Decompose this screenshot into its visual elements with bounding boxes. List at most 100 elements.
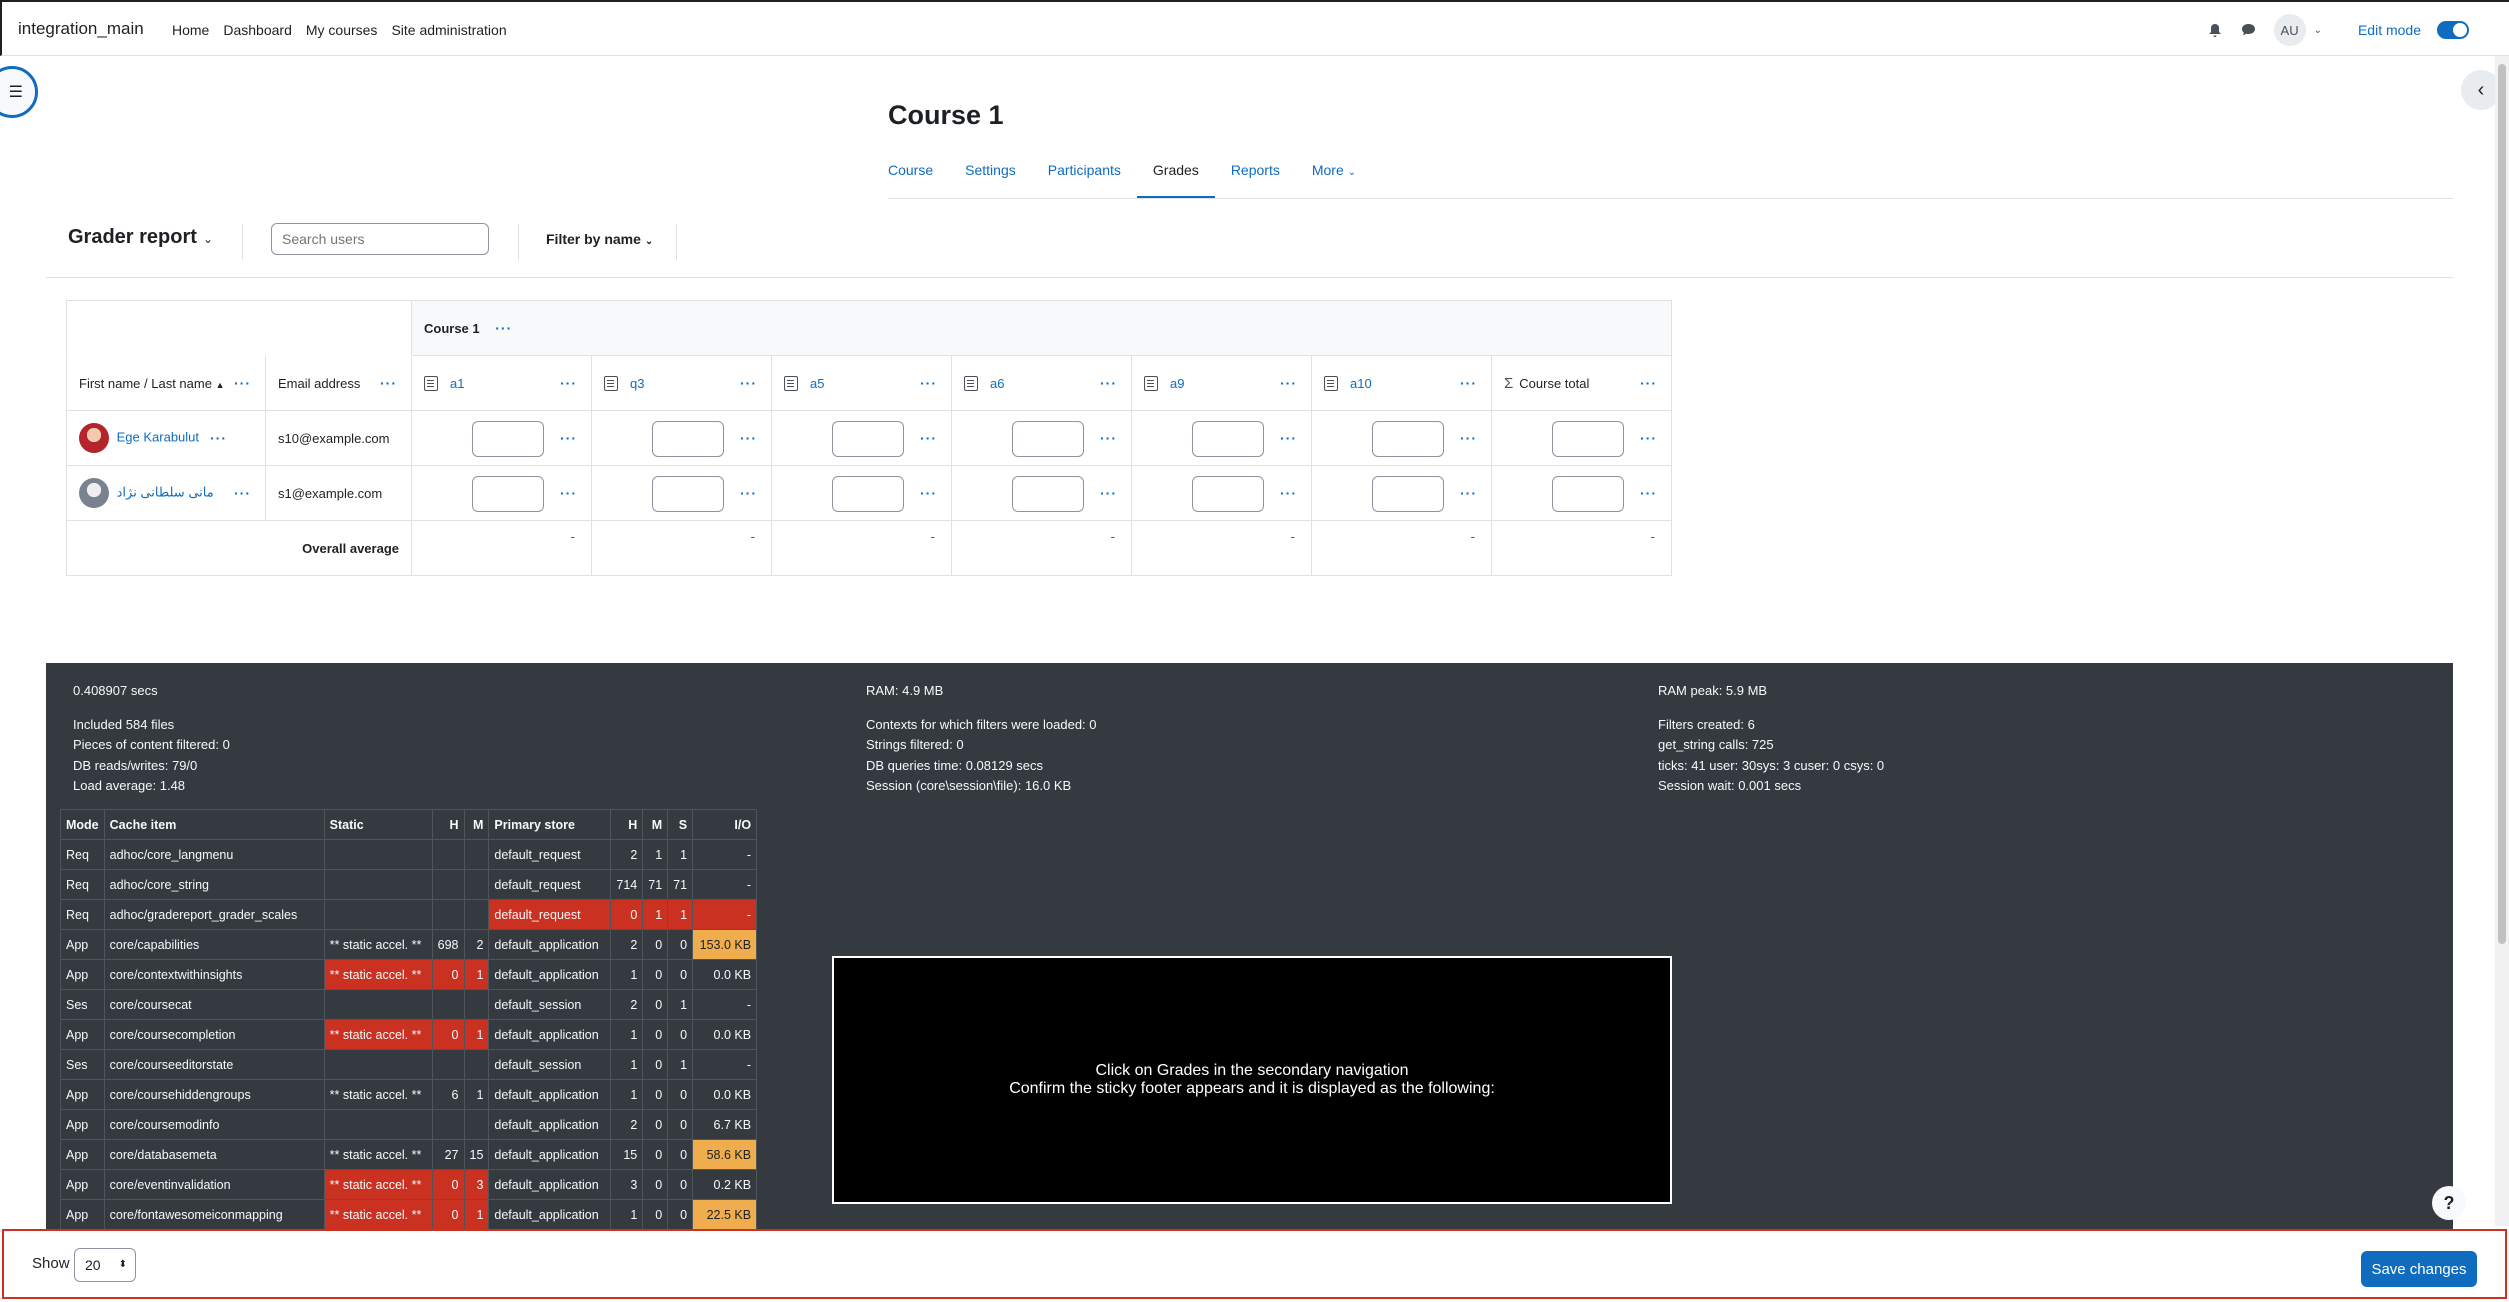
cell-actions-menu[interactable]: ··· — [1640, 430, 1657, 446]
grade-input[interactable] — [1552, 421, 1624, 457]
user-name-link[interactable]: مانی سلطانی نژاد — [117, 484, 214, 499]
average-value: - — [1290, 529, 1295, 544]
total-actions-menu[interactable]: ··· — [1640, 375, 1657, 391]
edit-mode-label: Edit mode — [2357, 22, 2421, 38]
grade-input[interactable] — [832, 476, 904, 512]
cell-actions-menu[interactable]: ··· — [920, 485, 937, 501]
table-row: App core/coursehiddengroups ** static acce… — [60, 1079, 758, 1110]
cell-actions-menu[interactable]: ··· — [1460, 485, 1477, 501]
tab-participants[interactable]: Participants — [1032, 160, 1137, 200]
course-index-drawer-toggle[interactable]: ☰ — [0, 66, 38, 118]
grade-input[interactable] — [1372, 476, 1444, 512]
grade-input[interactable] — [1012, 421, 1084, 457]
name-header-cell[interactable]: First name / Last name ▲ ··· — [66, 355, 266, 411]
table-cell — [431, 989, 465, 1020]
grade-input[interactable] — [1552, 476, 1624, 512]
name-actions-menu[interactable]: ··· — [234, 375, 251, 391]
nav-home[interactable]: Home — [172, 22, 209, 38]
cell-actions-menu[interactable]: ··· — [740, 430, 757, 446]
table-cell: 6 — [431, 1079, 465, 1110]
user-actions-menu[interactable]: ··· — [210, 430, 227, 446]
grade-input[interactable] — [652, 421, 724, 457]
nav-site-administration[interactable]: Site administration — [391, 22, 506, 38]
table-cell: - — [692, 989, 758, 1020]
item-actions-menu[interactable]: ··· — [1460, 375, 1477, 391]
email-actions-menu[interactable]: ··· — [380, 375, 397, 391]
item-actions-menu[interactable]: ··· — [1280, 375, 1297, 391]
average-cell: - — [411, 520, 592, 576]
cell-actions-menu[interactable]: ··· — [920, 430, 937, 446]
average-row: Overall average - - - - - - - — [66, 520, 1672, 576]
per-page-select[interactable]: 20 ⬍ — [74, 1248, 136, 1282]
report-selector[interactable]: Grader report ⌄ — [68, 226, 213, 249]
cell-actions-menu[interactable]: ··· — [1460, 430, 1477, 446]
cell-actions-menu[interactable]: ··· — [1640, 485, 1657, 501]
cell-actions-menu[interactable]: ··· — [560, 485, 577, 501]
user-menu-avatar[interactable]: AU — [2273, 14, 2306, 46]
table-row: App core/coursecompletion ** static accel.… — [60, 1019, 758, 1050]
perf-stat: DB queries time: 0.08129 secs — [866, 757, 1044, 773]
grade-input[interactable] — [652, 476, 724, 512]
item-link-a6[interactable]: a6 — [990, 376, 1004, 391]
tab-settings[interactable]: Settings — [949, 160, 1032, 200]
site-name[interactable]: integration_main — [18, 19, 144, 39]
average-cell: - — [591, 520, 772, 576]
name-header[interactable]: First name / Last name — [79, 376, 212, 391]
grade-input[interactable] — [472, 421, 544, 457]
save-changes-button[interactable]: Save changes — [2361, 1251, 2477, 1287]
cell-actions-menu[interactable]: ··· — [740, 485, 757, 501]
cell-actions-menu[interactable]: ··· — [1280, 485, 1297, 501]
cell-actions-menu[interactable]: ··· — [1280, 430, 1297, 446]
sort-ascending-icon[interactable]: ▲ — [216, 380, 225, 390]
user-actions-menu[interactable]: ··· — [234, 485, 251, 501]
user-name-link[interactable]: Ege Karabulut — [117, 429, 199, 444]
grade-input[interactable] — [472, 476, 544, 512]
scrollbar-thumb[interactable] — [2498, 64, 2506, 944]
grade-input[interactable] — [1012, 476, 1084, 512]
avatar[interactable] — [79, 423, 109, 453]
table-cell — [323, 839, 433, 870]
cell-actions-menu[interactable]: ··· — [1100, 430, 1117, 446]
chevron-down-icon: ⌄ — [202, 232, 213, 246]
notifications-bell-icon[interactable] — [2206, 21, 2224, 39]
grade-input[interactable] — [1192, 421, 1264, 457]
search-users-input[interactable] — [271, 223, 489, 255]
messages-chat-icon[interactable] — [2240, 21, 2258, 39]
grade-cell: ··· — [411, 465, 592, 521]
cell-actions-menu[interactable]: ··· — [1100, 485, 1117, 501]
cell-actions-menu[interactable]: ··· — [560, 430, 577, 446]
item-link-a1[interactable]: a1 — [450, 376, 464, 391]
email-header[interactable]: Email address — [278, 376, 360, 391]
table-cell: 1 — [463, 1079, 490, 1110]
tab-grades[interactable]: Grades — [1136, 160, 1215, 199]
help-button[interactable]: ? — [2432, 1186, 2466, 1220]
table-cell: 0 — [667, 929, 694, 960]
tab-reports[interactable]: Reports — [1215, 160, 1296, 200]
item-link-a9[interactable]: a9 — [1170, 376, 1184, 391]
item-link-a10[interactable]: a10 — [1350, 376, 1372, 391]
item-link-a5[interactable]: a5 — [810, 376, 824, 391]
category-actions-menu[interactable]: ··· — [495, 320, 512, 336]
item-link-q3[interactable]: q3 — [630, 376, 644, 391]
avatar[interactable] — [79, 478, 109, 508]
item-actions-menu[interactable]: ··· — [740, 375, 757, 391]
table-cell: 0 — [642, 1079, 669, 1110]
nav-dashboard[interactable]: Dashboard — [223, 22, 292, 38]
item-actions-menu[interactable]: ··· — [920, 375, 937, 391]
grade-input[interactable] — [832, 421, 904, 457]
edit-mode-toggle[interactable] — [2437, 21, 2469, 39]
tab-course[interactable]: Course — [888, 160, 949, 200]
perf-stat: Session (core\session\file): 16.0 KB — [866, 778, 1072, 793]
grade-input[interactable] — [1192, 476, 1264, 512]
page-scrollbar[interactable] — [2495, 56, 2509, 1226]
nav-my-courses[interactable]: My courses — [306, 22, 378, 38]
grade-input[interactable] — [1372, 421, 1444, 457]
filter-by-name-button[interactable]: Filter by name ⌄ — [546, 231, 653, 247]
tab-more[interactable]: More ⌄ — [1296, 160, 1372, 200]
sticky-footer: Show 20 ⬍ Save changes — [2, 1229, 2507, 1299]
item-actions-menu[interactable]: ··· — [1100, 375, 1117, 391]
table-cell: default_application — [488, 1139, 612, 1170]
user-menu-chevron-icon[interactable]: ⌄ — [2314, 25, 2322, 36]
item-actions-menu[interactable]: ··· — [560, 375, 577, 391]
perf-stat: RAM: 4.9 MB — [866, 683, 944, 698]
